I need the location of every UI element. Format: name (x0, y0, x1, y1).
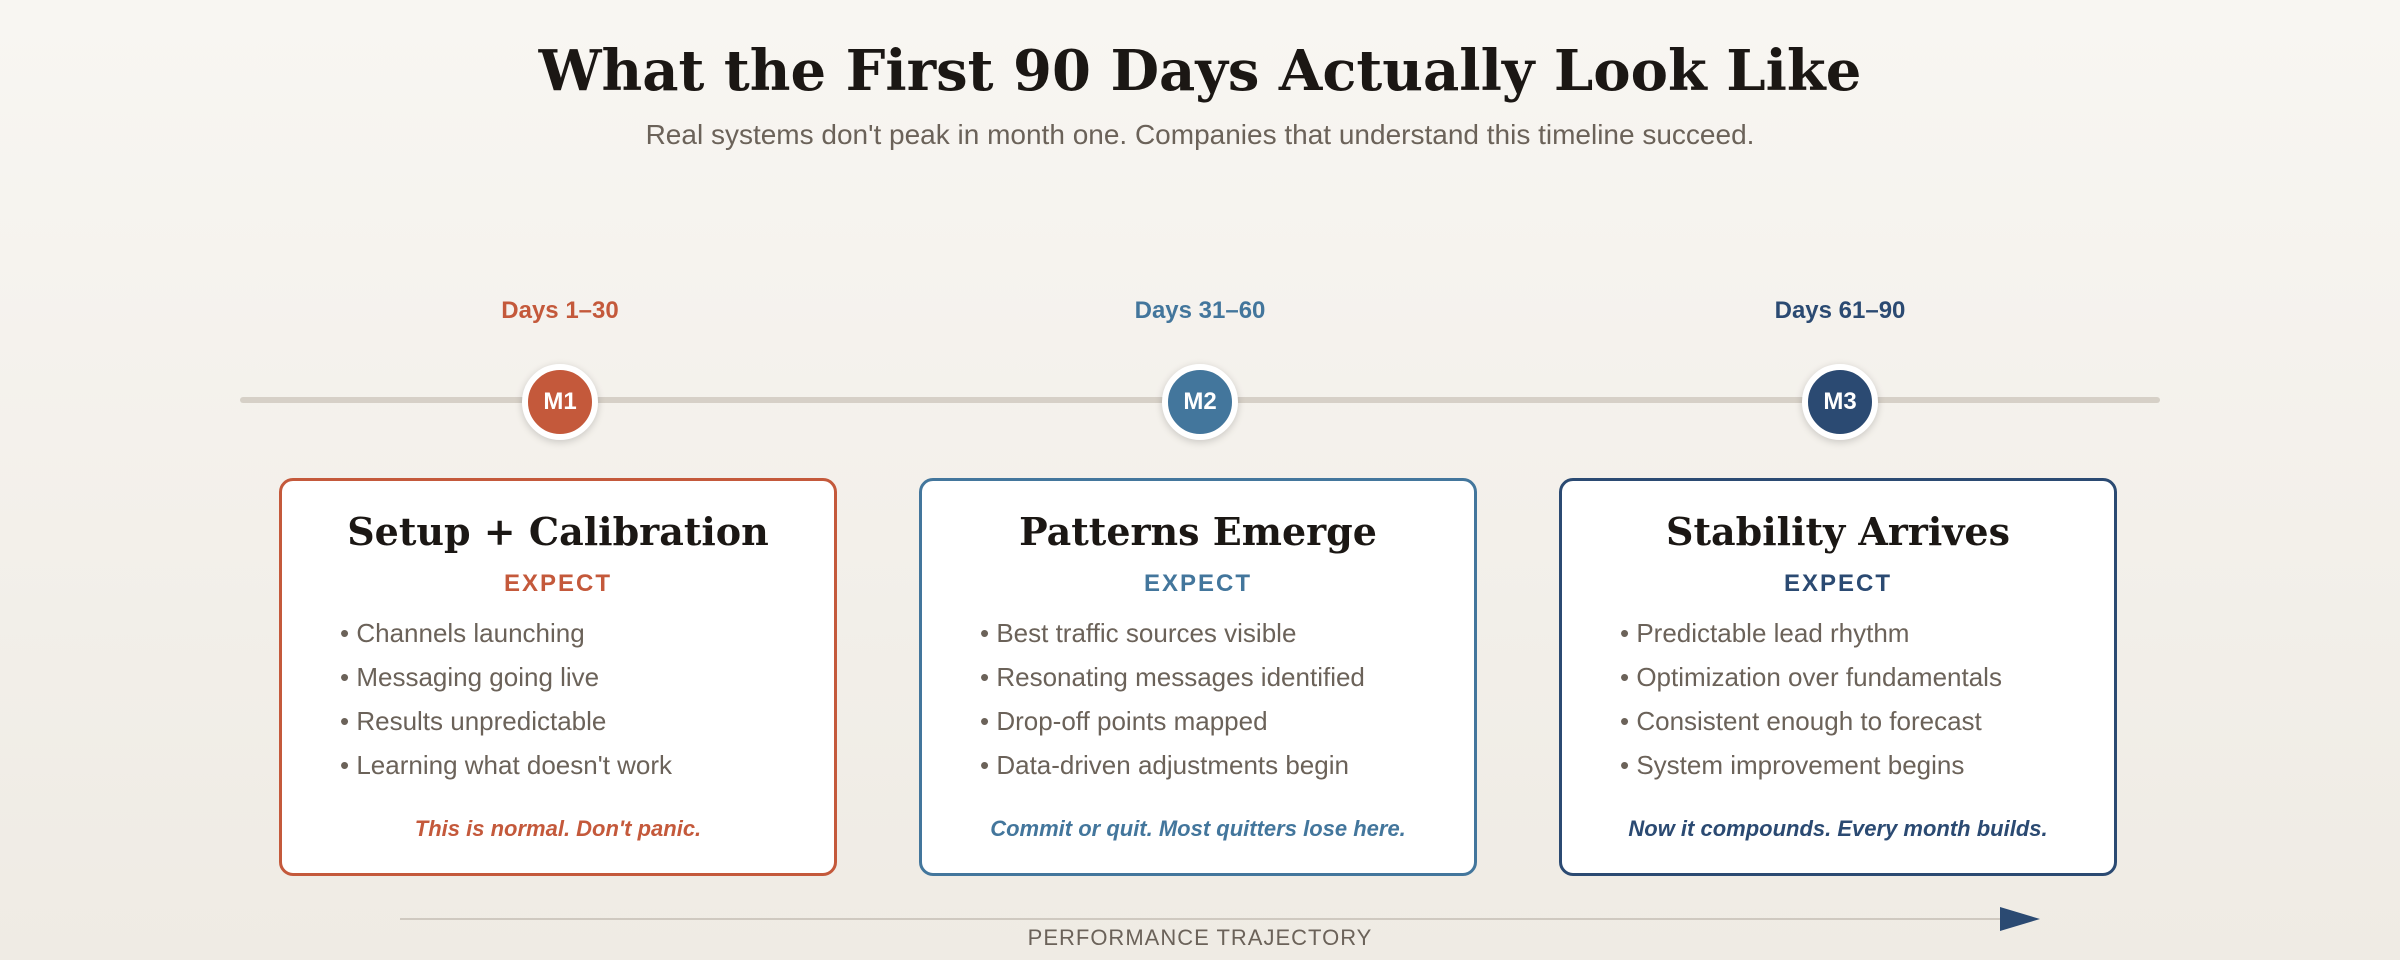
list-item: Predictable lead rhythm (1620, 611, 2114, 655)
phase-3-days-label: Days 61–90 (1774, 297, 1906, 324)
list-item: Channels launching (340, 611, 834, 655)
phase-2-bullet-list: Best traffic sources visible Resonating … (922, 611, 1474, 787)
phase-2-expect-label: EXPECT (1143, 570, 1253, 597)
phase-2-note: Commit or quit. Most quitters lose here. (990, 816, 1406, 841)
phase-2-title: Patterns Emerge (1019, 509, 1377, 554)
phase-1-bullet-list: Channels launching Messaging going live … (282, 611, 834, 787)
list-item: Messaging going live (340, 655, 834, 699)
list-item: Data-driven adjustments begin (980, 743, 1474, 787)
page-subtitle: Real systems don't peak in month one. Co… (645, 119, 1755, 150)
phase-3-card: Stability Arrives EXPECT Predictable lea… (1559, 478, 2117, 876)
phase-2-node: M2 (1162, 364, 1238, 440)
phase-3-note: Now it compounds. Every month builds. (1628, 816, 2048, 841)
phase-1-days-label: Days 1–30 (501, 297, 619, 324)
phase-3-bullet-list: Predictable lead rhythm Optimization ove… (1562, 611, 2114, 787)
list-item: System improvement begins (1620, 743, 2114, 787)
trajectory-label: PERFORMANCE TRAJECTORY (1027, 925, 1373, 950)
header: What the First 90 Days Actually Look Lik… (0, 36, 2400, 152)
phase-1-note: This is normal. Don't panic. (414, 816, 702, 841)
list-item: Best traffic sources visible (980, 611, 1474, 655)
list-item: Results unpredictable (340, 699, 834, 743)
phase-1-expect-label: EXPECT (503, 570, 613, 597)
phase-3-title: Stability Arrives (1666, 509, 2010, 554)
page-title: What the First 90 Days Actually Look Lik… (538, 38, 1862, 104)
phase-1-node: M1 (522, 364, 598, 440)
list-item: Resonating messages identified (980, 655, 1474, 699)
phase-3-expect-label: EXPECT (1783, 570, 1893, 597)
trajectory-line (400, 918, 2002, 920)
phase-2-days-label: Days 31–60 (1134, 297, 1266, 324)
list-item: Learning what doesn't work (340, 743, 834, 787)
list-item: Consistent enough to forecast (1620, 699, 2114, 743)
phase-3-node: M3 (1802, 364, 1878, 440)
phase-1-card: Setup + Calibration EXPECT Channels laun… (279, 478, 837, 876)
phase-2-card: Patterns Emerge EXPECT Best traffic sour… (919, 478, 1477, 876)
list-item: Optimization over fundamentals (1620, 655, 2114, 699)
phase-1-title: Setup + Calibration (347, 509, 769, 554)
list-item: Drop-off points mapped (980, 699, 1474, 743)
